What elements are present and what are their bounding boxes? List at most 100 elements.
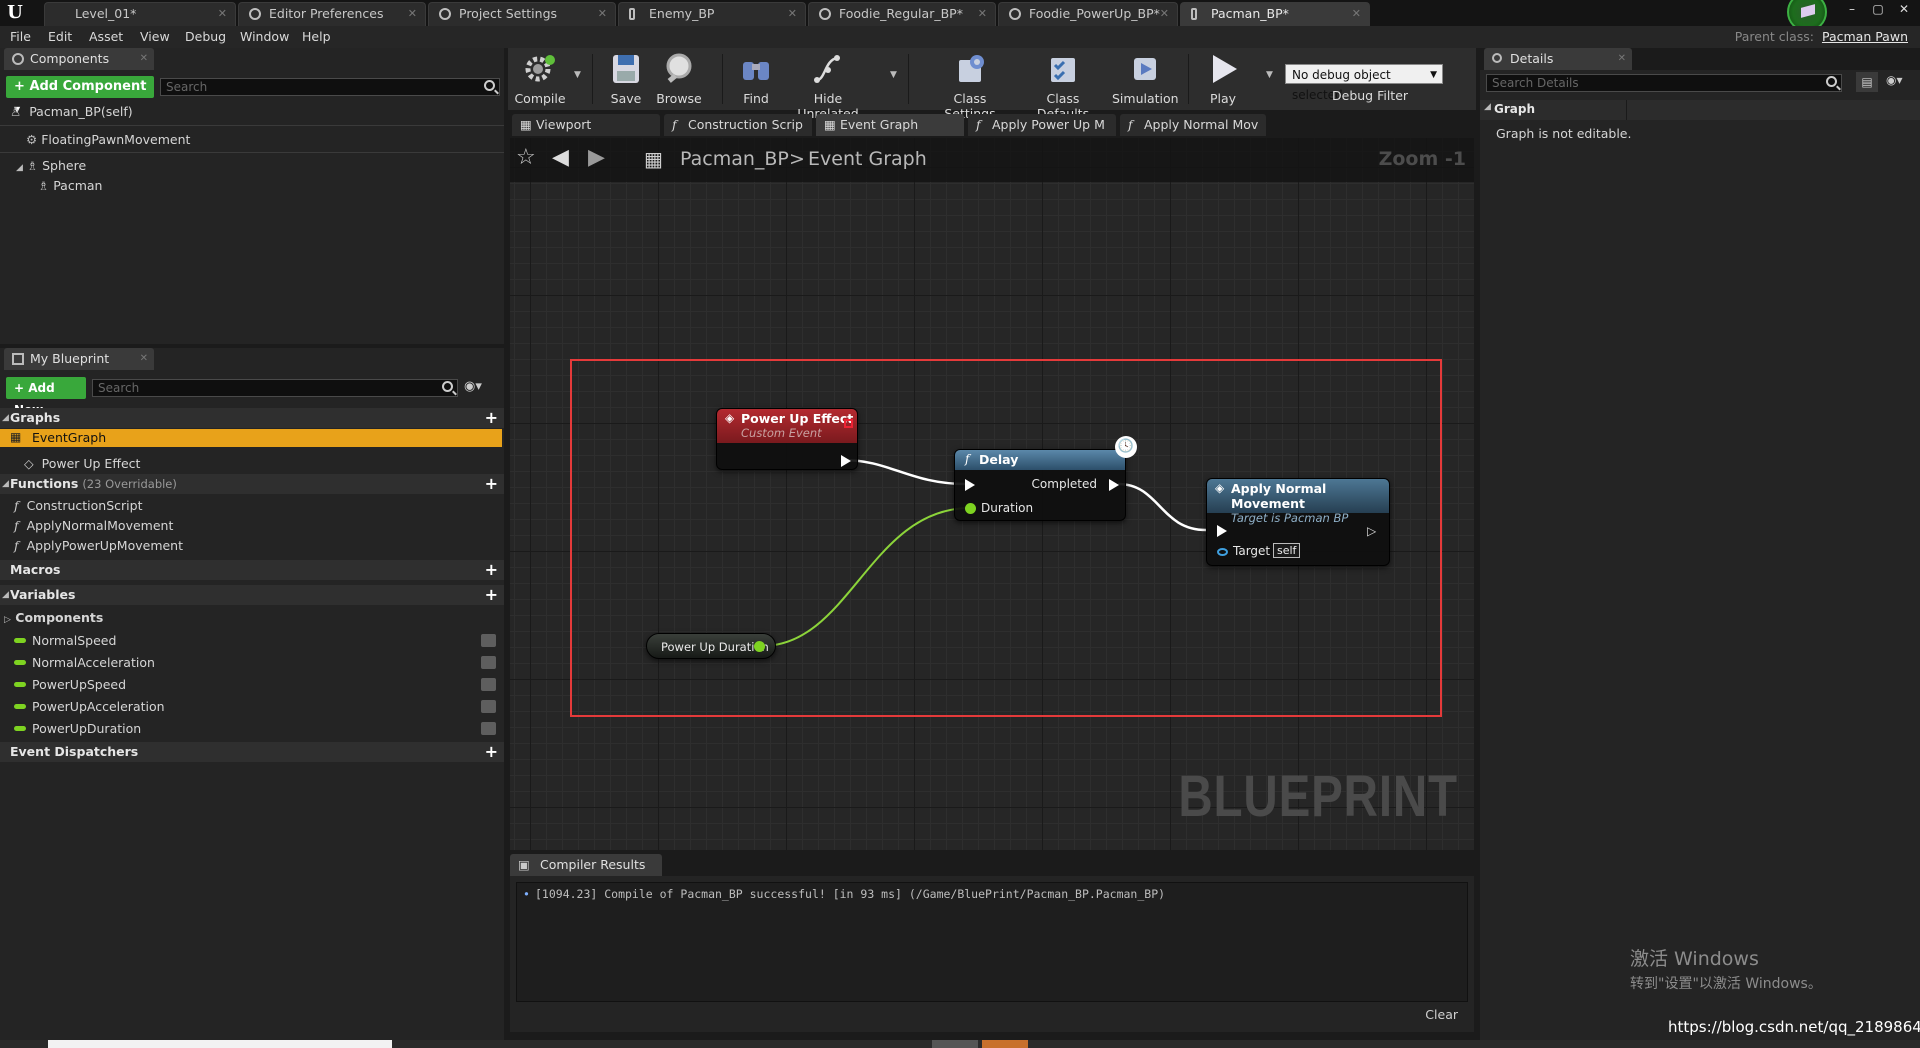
power-up-duration-getter-node[interactable]: Power Up Duration xyxy=(646,633,776,659)
visibility-eye-icon[interactable] xyxy=(481,700,496,713)
class-defaults-button[interactable]: Class Defaults xyxy=(1022,50,1104,121)
hide-unrelated-options-chevron-down-icon[interactable]: ▼ xyxy=(890,70,897,80)
variable-power-up-speed[interactable]: PowerUpSpeed xyxy=(0,676,504,694)
details-tab[interactable]: Details ✕ xyxy=(1484,48,1632,70)
taskbar-search[interactable] xyxy=(48,1040,392,1048)
visibility-eye-icon[interactable] xyxy=(481,678,496,691)
functions-section-header[interactable]: ◢ Functions (23 Overridable) + xyxy=(0,474,504,494)
view-options-eye-icon[interactable]: ◉▾ xyxy=(464,379,482,394)
tab-pacman-bp[interactable]: Pacman_BP* ✕ xyxy=(1180,2,1370,26)
tab-level-01[interactable]: Level_01* ✕ xyxy=(44,2,236,26)
graphs-section-header[interactable]: ◢ Graphs + xyxy=(0,408,504,428)
tab-construction-script[interactable]: f Construction Scrip xyxy=(664,114,812,136)
close-icon[interactable]: ✕ xyxy=(1618,48,1626,70)
components-tab[interactable]: Components ✕ xyxy=(4,48,154,70)
variable-normal-speed[interactable]: NormalSpeed xyxy=(0,632,504,650)
completed-exec-pin[interactable] xyxy=(1109,479,1119,491)
tab-apply-normal-movement[interactable]: f Apply Normal Mov xyxy=(1120,114,1266,136)
tab-viewport[interactable]: ▦ Viewport xyxy=(512,114,660,136)
component-floating-pawn-movement[interactable]: ⚙ FloatingPawnMovement xyxy=(26,132,190,147)
simulation-button[interactable]: Simulation xyxy=(1112,50,1179,108)
close-icon[interactable]: ✕ xyxy=(140,48,148,70)
browse-button[interactable]: Browse xyxy=(654,50,704,108)
save-button[interactable]: Save xyxy=(604,50,648,108)
exec-output-pin[interactable]: ▷ xyxy=(1367,524,1379,538)
component-self[interactable]: ♙ Pacman_BP(self) xyxy=(10,104,133,119)
variables-components-category[interactable]: ▷ Components xyxy=(4,610,103,625)
exec-output-pin[interactable] xyxy=(841,455,851,467)
taskbar-app[interactable] xyxy=(932,1040,978,1048)
object-ref-pin[interactable] xyxy=(1217,548,1228,556)
add-variable-plus-icon[interactable]: + xyxy=(485,586,498,604)
components-search-input[interactable]: Search xyxy=(160,78,500,96)
event-graph-canvas[interactable]: ☆ ◀ ▶ ▦ Pacman_BP > Event Graph Zoom -1 … xyxy=(510,138,1474,850)
event-dispatchers-section-header[interactable]: Event Dispatchers + xyxy=(0,742,504,762)
tab-editor-preferences[interactable]: Editor Preferences ✕ xyxy=(238,2,426,26)
close-icon[interactable]: ✕ xyxy=(140,348,148,370)
graph-section-header[interactable]: ◢ Graph xyxy=(1480,100,1920,120)
hide-unrelated-button[interactable]: Hide Unrelated xyxy=(786,50,870,121)
menu-help[interactable]: Help xyxy=(302,29,331,44)
component-pacman[interactable]: ♗ Pacman xyxy=(38,178,102,193)
visibility-eye-icon[interactable] xyxy=(481,656,496,669)
target-self-field[interactable]: self xyxy=(1273,543,1301,558)
compiler-results-tab[interactable]: ▣ Compiler Results xyxy=(510,854,662,876)
play-options-chevron-down-icon[interactable]: ▼ xyxy=(1266,70,1273,80)
parent-class-link[interactable]: Pacman Pawn xyxy=(1822,29,1908,44)
menu-asset[interactable]: Asset xyxy=(89,29,123,44)
class-settings-button[interactable]: Class Settings xyxy=(928,50,1012,121)
eventgraph-item[interactable]: ▦ EventGraph xyxy=(0,429,502,447)
view-options-eye-icon[interactable]: ◉▾ xyxy=(1886,73,1903,87)
add-macro-plus-icon[interactable]: + xyxy=(485,561,498,579)
apply-normal-movement-node[interactable]: ◈ Apply Normal Movement Target is Pacman… xyxy=(1206,478,1390,566)
variables-section-header[interactable]: ◢ Variables + xyxy=(0,585,504,605)
menu-window[interactable]: Window xyxy=(240,29,289,44)
close-icon[interactable]: ✕ xyxy=(788,3,797,25)
my-blueprint-search-input[interactable]: Search xyxy=(92,379,458,397)
minimize-button[interactable]: – xyxy=(1842,0,1862,20)
compile-options-chevron-down-icon[interactable]: ▼ xyxy=(574,70,581,80)
exec-input-pin[interactable] xyxy=(1217,525,1227,537)
delegate-pin-icon[interactable] xyxy=(844,419,853,428)
taskbar-app-active[interactable] xyxy=(982,1040,1028,1048)
tab-project-settings[interactable]: Project Settings ✕ xyxy=(428,2,616,26)
duration-float-pin[interactable] xyxy=(965,503,976,514)
function-item-apply-normal-movement[interactable]: f ApplyNormalMovement xyxy=(14,518,173,533)
add-new-button[interactable]: + Add New ▼ xyxy=(6,377,86,417)
close-icon[interactable]: ✕ xyxy=(1160,3,1169,25)
variable-power-up-duration[interactable]: PowerUpDuration xyxy=(0,720,504,738)
float-output-pin[interactable] xyxy=(754,641,765,652)
add-function-plus-icon[interactable]: + xyxy=(485,475,498,493)
close-icon[interactable]: ✕ xyxy=(1352,3,1361,25)
power-up-effect-item[interactable]: ◇ Power Up Effect xyxy=(24,456,140,471)
find-button[interactable]: Find xyxy=(734,50,778,108)
close-window-button[interactable]: ✕ xyxy=(1894,0,1914,20)
debug-object-select[interactable]: No debug object selected ▼ xyxy=(1285,64,1443,102)
close-icon[interactable]: ✕ xyxy=(978,3,987,25)
delay-node[interactable]: f Delay 🕓 Completed Duration xyxy=(954,436,1137,521)
tab-foodie-powerup-bp[interactable]: Foodie_PowerUp_BP* ✕ xyxy=(998,2,1178,26)
caret-down-icon[interactable]: ◢ xyxy=(16,163,23,173)
tab-foodie-regular-bp[interactable]: Foodie_Regular_BP* ✕ xyxy=(808,2,996,26)
menu-edit[interactable]: Edit xyxy=(48,29,72,44)
tab-apply-power-up-movement[interactable]: f Apply Power Up M xyxy=(968,114,1116,136)
function-item-apply-power-up-movement[interactable]: f ApplyPowerUpMovement xyxy=(14,538,183,553)
function-item-construction-script[interactable]: f ConstructionScript xyxy=(14,498,142,513)
visibility-eye-icon[interactable] xyxy=(481,722,496,735)
clear-button[interactable]: Clear xyxy=(1425,1007,1458,1022)
close-icon[interactable]: ✕ xyxy=(408,3,417,25)
my-blueprint-tab[interactable]: My Blueprint ✕ xyxy=(4,348,154,370)
component-sphere[interactable]: ◢ ♗ Sphere xyxy=(16,158,86,173)
add-graph-plus-icon[interactable]: + xyxy=(485,409,498,427)
exec-input-pin[interactable] xyxy=(965,479,975,491)
add-dispatcher-plus-icon[interactable]: + xyxy=(485,743,498,761)
variable-normal-acceleration[interactable]: NormalAcceleration xyxy=(0,654,504,672)
maximize-button[interactable]: ▢ xyxy=(1868,0,1888,20)
macros-section-header[interactable]: Macros + xyxy=(0,560,504,580)
close-icon[interactable]: ✕ xyxy=(218,3,227,25)
compile-button[interactable]: Compile xyxy=(512,50,568,108)
play-button[interactable]: Play xyxy=(1198,50,1248,108)
property-matrix-icon[interactable]: ▤ xyxy=(1856,72,1878,92)
menu-view[interactable]: View xyxy=(140,29,170,44)
details-search-input[interactable]: Search Details xyxy=(1486,74,1842,92)
